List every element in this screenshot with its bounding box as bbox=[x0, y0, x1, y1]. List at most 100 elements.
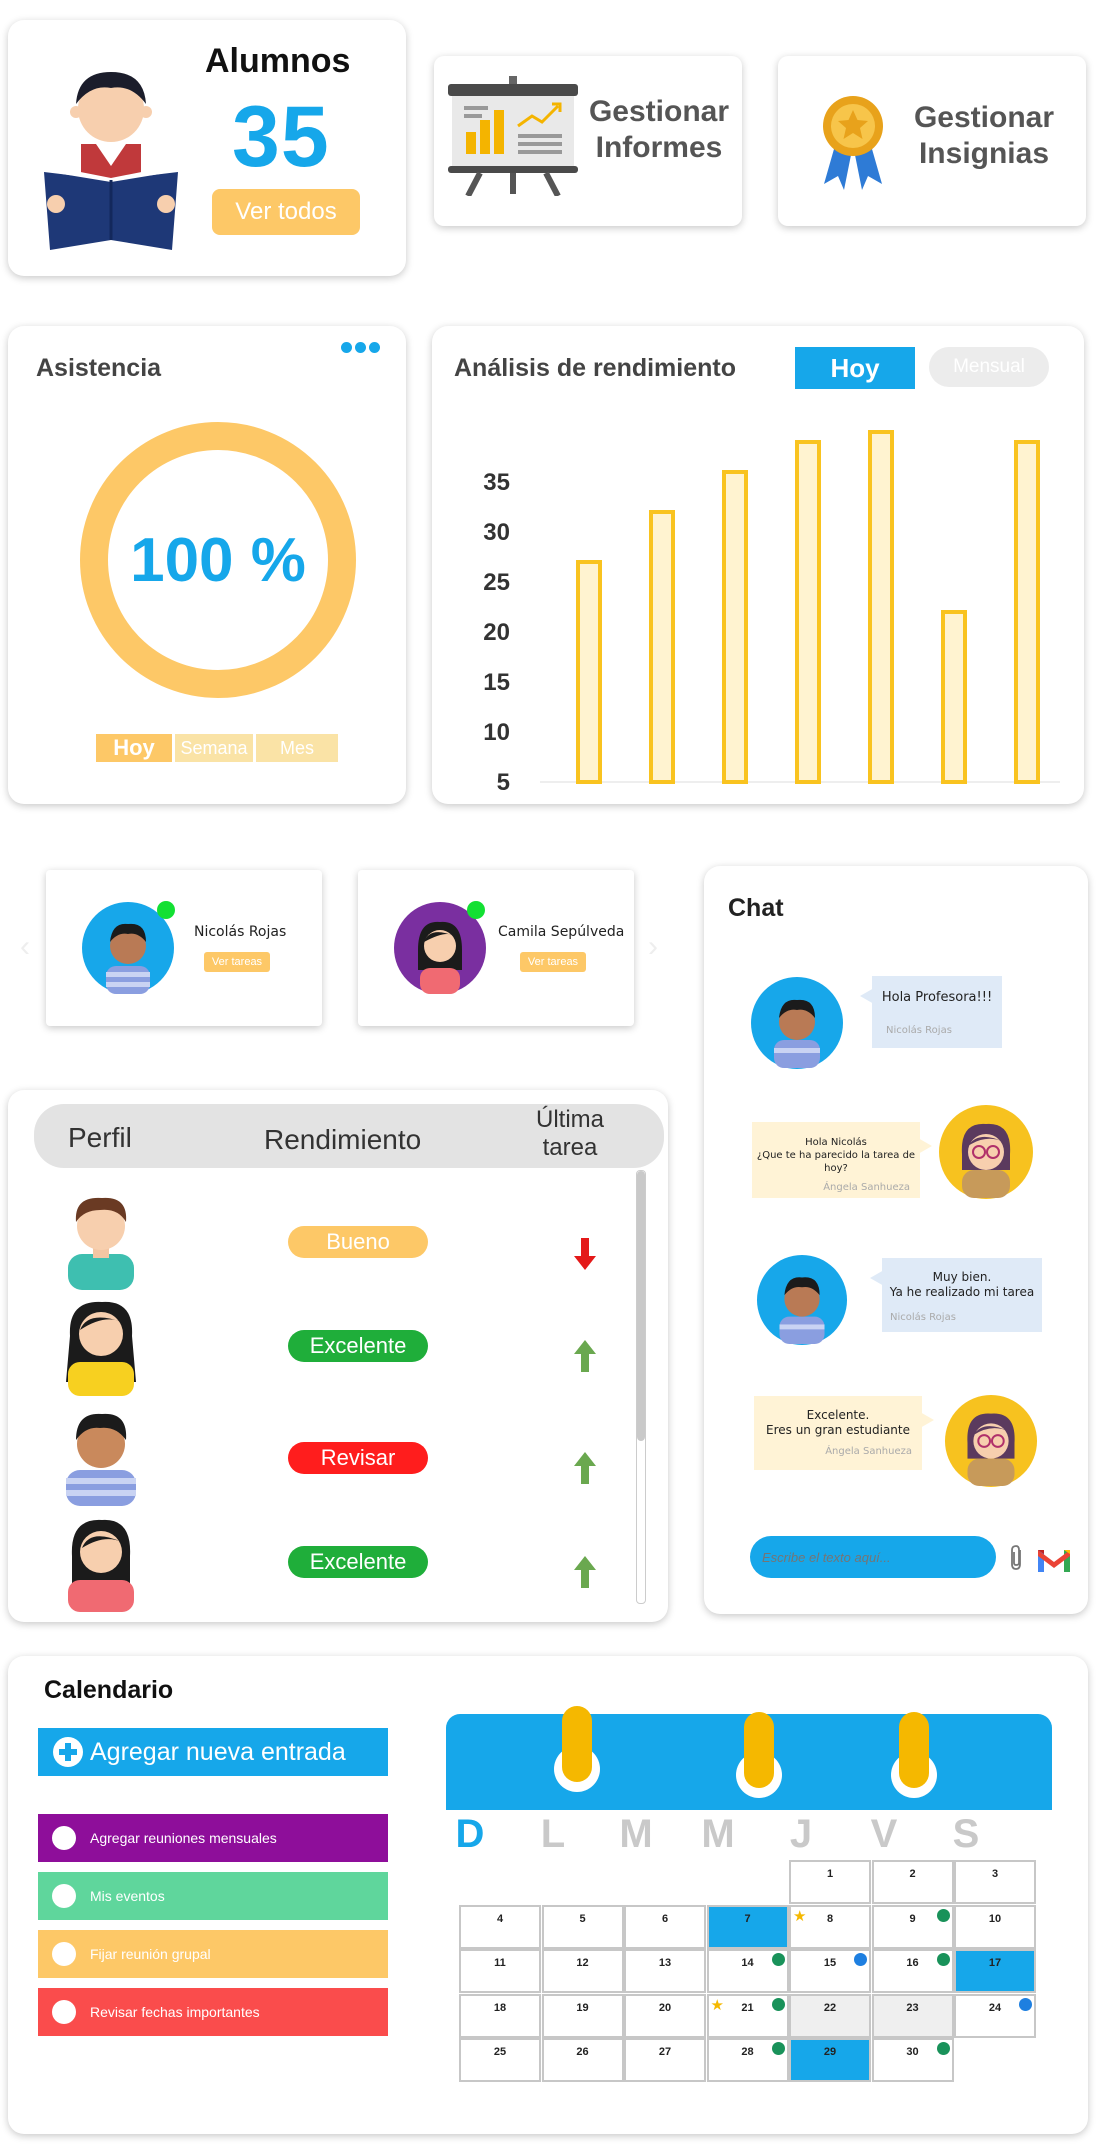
gmail-icon[interactable] bbox=[1038, 1548, 1070, 1572]
attendance-tab-today[interactable]: Hoy bbox=[96, 734, 172, 762]
student-card-nicolas[interactable]: Nicolás Rojas Ver tareas bbox=[46, 870, 322, 1026]
calendar-day-number: 23 bbox=[906, 2001, 919, 2014]
chat-message-4: Excelente. Eres un gran estudiante Ángel… bbox=[754, 1396, 922, 1470]
calendar-day[interactable]: 7 bbox=[706, 1904, 789, 1949]
calendar-entry-monthly-meetings[interactable]: Agregar reuniones mensuales bbox=[38, 1814, 388, 1862]
calendar-day-number: 4 bbox=[496, 1912, 504, 1925]
weekday-label: M bbox=[701, 1812, 735, 1856]
star-icon: ★ bbox=[710, 1996, 724, 2014]
header-ultima-tarea: Última tarea bbox=[535, 1106, 604, 1161]
calendar-ring-icon bbox=[891, 1712, 937, 1808]
calendar-day-number: 21 bbox=[741, 2001, 754, 2014]
calendar-day-number: 22 bbox=[823, 2001, 837, 2014]
calendar-day-number: 14 bbox=[741, 1957, 754, 1969]
attendance-tab-month[interactable]: Mes bbox=[256, 734, 338, 762]
calendar-day[interactable]: 26 bbox=[541, 2038, 624, 2082]
calendar-entry-my-events[interactable]: Mis eventos bbox=[38, 1872, 388, 1920]
calendar-day[interactable]: 21 ★ bbox=[706, 1993, 789, 2038]
profile-avatar-girl-pink bbox=[68, 1519, 134, 1612]
weekday-label: L bbox=[540, 1812, 566, 1856]
student-avatar-camila bbox=[394, 901, 486, 994]
manage-badges-card[interactable]: Gestionar Insignias bbox=[778, 56, 1086, 226]
calendar-day[interactable]: 10 bbox=[954, 1904, 1036, 1949]
calendar-day[interactable]: 5 bbox=[541, 1904, 624, 1949]
presentation-board-icon bbox=[448, 76, 578, 196]
calendar-day-number: 30 bbox=[906, 2046, 919, 2058]
y-tick-label: 30 bbox=[483, 519, 510, 546]
dot-icon bbox=[52, 1942, 76, 1966]
performance-badge-row4: Excelente bbox=[288, 1546, 428, 1578]
calendar-day[interactable]: 2 bbox=[871, 1860, 954, 1904]
chat-card: Chat Hola Profesora!!! Nicolás Rojas Hol… bbox=[704, 866, 1088, 1614]
calendar-day[interactable]: 29 bbox=[789, 2038, 871, 2082]
calendar-day[interactable]: 17 bbox=[954, 1949, 1036, 1993]
calendar-day[interactable]: 6 bbox=[624, 1904, 706, 1949]
chat-bubble-icon bbox=[771, 1997, 785, 2011]
performance-toggle-today[interactable]: Hoy bbox=[795, 347, 915, 389]
calendar-day[interactable]: 22 bbox=[789, 1993, 871, 2038]
calendar-day[interactable]: 18 bbox=[459, 1993, 541, 2038]
calendar-day[interactable]: 30 bbox=[871, 2038, 954, 2082]
calendar-day[interactable]: 23 bbox=[871, 1993, 954, 2038]
calendar-day[interactable]: 16 bbox=[871, 1949, 954, 1993]
chat-message-3: Muy bien. Ya he realizado mi tarea Nicol… bbox=[882, 1258, 1042, 1332]
calendar-entry-important-dates[interactable]: Revisar fechas importantes bbox=[38, 1988, 388, 2036]
calendar-day[interactable]: 20 bbox=[624, 1993, 706, 2038]
chart-bar-5 bbox=[868, 430, 894, 784]
student-card-camila[interactable]: Camila Sepúlveda Ver tareas bbox=[358, 870, 634, 1026]
more-options-icon[interactable] bbox=[341, 342, 385, 356]
calendar-day[interactable]: 15 bbox=[789, 1949, 871, 1993]
calendar-day[interactable]: 11 bbox=[459, 1949, 541, 1993]
table-scrollbar[interactable] bbox=[636, 1170, 646, 1604]
performance-badge-row1: Bueno bbox=[288, 1226, 428, 1258]
carousel-next-icon[interactable]: › bbox=[648, 930, 658, 964]
attendance-tab-week[interactable]: Semana bbox=[175, 734, 253, 762]
manage-reports-card[interactable]: Gestionar Informes bbox=[434, 56, 742, 226]
manage-badges-label: Gestionar Insignias bbox=[913, 101, 1055, 170]
calendar-day[interactable]: 1 bbox=[789, 1860, 871, 1904]
calendar-day[interactable]: 13 bbox=[624, 1949, 706, 1993]
performance-badge-row3: Revisar bbox=[288, 1442, 428, 1474]
calendar-day-number: 11 bbox=[494, 1957, 506, 1969]
manage-reports-label: Gestionar Informes bbox=[588, 95, 730, 164]
carousel-prev-icon[interactable]: ‹ bbox=[20, 930, 30, 964]
calendar-day-number: 16 bbox=[906, 1957, 919, 1969]
entry-label: Mis eventos bbox=[90, 1888, 165, 1904]
calendar-day[interactable]: 3 bbox=[954, 1860, 1036, 1904]
performance-toggle-monthly[interactable]: Mensual bbox=[929, 347, 1049, 387]
chart-bar-1 bbox=[576, 560, 602, 784]
add-entry-button[interactable]: Agregar nueva entrada bbox=[38, 1728, 388, 1776]
calendar-day[interactable]: 19 bbox=[541, 1993, 624, 2038]
bubble-tail bbox=[920, 1412, 934, 1428]
calendar-day[interactable]: 27 bbox=[624, 2038, 706, 2082]
dot-icon bbox=[52, 1826, 76, 1850]
calendar-day-number: 9 bbox=[909, 1912, 916, 1925]
header-rendimiento: Rendimiento bbox=[264, 1124, 422, 1155]
calendar-day[interactable]: 8 ★ bbox=[789, 1904, 871, 1949]
y-tick-label: 25 bbox=[483, 569, 510, 596]
view-all-button[interactable]: Ver todos bbox=[212, 189, 360, 235]
calendar-day-number: 8 bbox=[826, 1912, 834, 1925]
calendar-day[interactable]: 12 bbox=[541, 1949, 624, 1993]
add-entry-label: Agregar nueva entrada bbox=[90, 1737, 346, 1766]
calendar-day[interactable]: 14 bbox=[706, 1949, 789, 1993]
calendar-day[interactable]: 4 bbox=[459, 1904, 541, 1949]
view-tasks-button-nicolas[interactable]: Ver tareas bbox=[204, 952, 270, 972]
calendar-day[interactable]: 9 bbox=[871, 1904, 954, 1949]
chat-message-2: Hola Nicolás ¿Que te ha parecido la tare… bbox=[752, 1122, 920, 1198]
chat-message-input[interactable] bbox=[750, 1536, 996, 1578]
calendar-entry-group-meeting[interactable]: Fijar reunión grupal bbox=[38, 1930, 388, 1978]
chat-avatar-student bbox=[756, 1254, 848, 1346]
chat-avatar-teacher bbox=[944, 1394, 1038, 1488]
calendar-day[interactable]: 25 bbox=[459, 2038, 541, 2082]
weekday-label: V bbox=[870, 1812, 898, 1856]
calendar-day[interactable]: 28 bbox=[706, 2038, 789, 2082]
calendar-day-number: 5 bbox=[579, 1912, 586, 1925]
paperclip-icon[interactable] bbox=[1008, 1544, 1026, 1572]
view-tasks-button-camila[interactable]: Ver tareas bbox=[520, 952, 586, 972]
profile-avatar-girl-yellow bbox=[66, 1301, 136, 1396]
arrow-up-icon bbox=[574, 1556, 596, 1588]
calendar-day[interactable]: 24 bbox=[954, 1993, 1036, 2038]
performance-title: Análisis de rendimiento bbox=[454, 354, 737, 382]
calendar-day-number: 24 bbox=[988, 2001, 1002, 2014]
